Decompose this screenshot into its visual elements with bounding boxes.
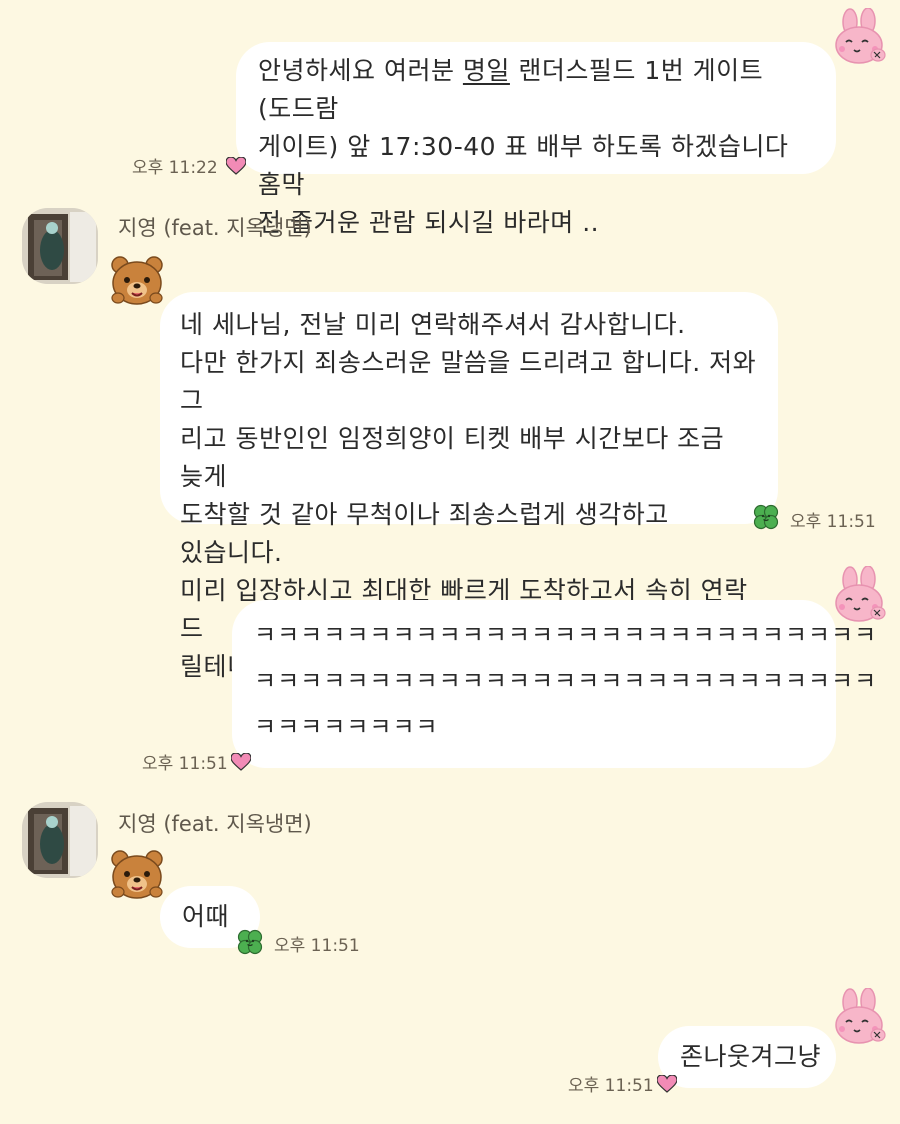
- clover-icon[interactable]: [752, 503, 780, 531]
- message-time: 오후 11:51: [274, 936, 360, 956]
- sender-name: 지영 (feat. 지옥냉면): [118, 216, 312, 240]
- avatar[interactable]: [22, 802, 98, 878]
- rabbit-icon: [828, 988, 892, 1048]
- message-time: 오후 11:22: [132, 158, 218, 178]
- message-text: 안녕하세요 여러분: [258, 56, 463, 85]
- message-time: 오후 11:51: [790, 512, 876, 532]
- heart-icon[interactable]: [226, 157, 246, 175]
- message-text-underlined: 명일: [462, 56, 510, 85]
- bear-icon: [108, 252, 166, 310]
- rabbit-icon: [828, 8, 892, 68]
- my-message-bubble[interactable]: 존나웃겨그냥: [658, 1026, 836, 1088]
- my-message-bubble[interactable]: ㅋㅋㅋㅋㅋㅋㅋㅋㅋㅋㅋㅋㅋㅋㅋㅋㅋㅋㅋㅋㅋㅋㅋㅋㅋㅋㅋ ㅋㅋㅋㅋㅋㅋㅋㅋㅋㅋㅋㅋ…: [232, 600, 876, 768]
- avatar-photo: [22, 802, 98, 878]
- clover-icon[interactable]: [236, 928, 264, 956]
- sender-name: 지영 (feat. 지옥냉면): [118, 812, 312, 836]
- message-time: 오후 11:51: [142, 754, 228, 774]
- heart-icon[interactable]: [657, 1075, 677, 1093]
- my-message-bubble[interactable]: 안녕하세요 여러분 명일 랜더스필드 1번 게이트 (도드람 게이트) 앞 17…: [236, 42, 836, 237]
- avatar[interactable]: [22, 208, 98, 284]
- their-message-bubble[interactable]: 네 세나님, 전날 미리 연락해주셔서 감사합니다. 다만 한가지 죄송스러운 …: [160, 292, 778, 681]
- message-time: 오후 11:51: [568, 1076, 654, 1096]
- bear-icon: [108, 846, 166, 904]
- avatar-photo: [22, 208, 98, 284]
- heart-icon[interactable]: [231, 753, 251, 771]
